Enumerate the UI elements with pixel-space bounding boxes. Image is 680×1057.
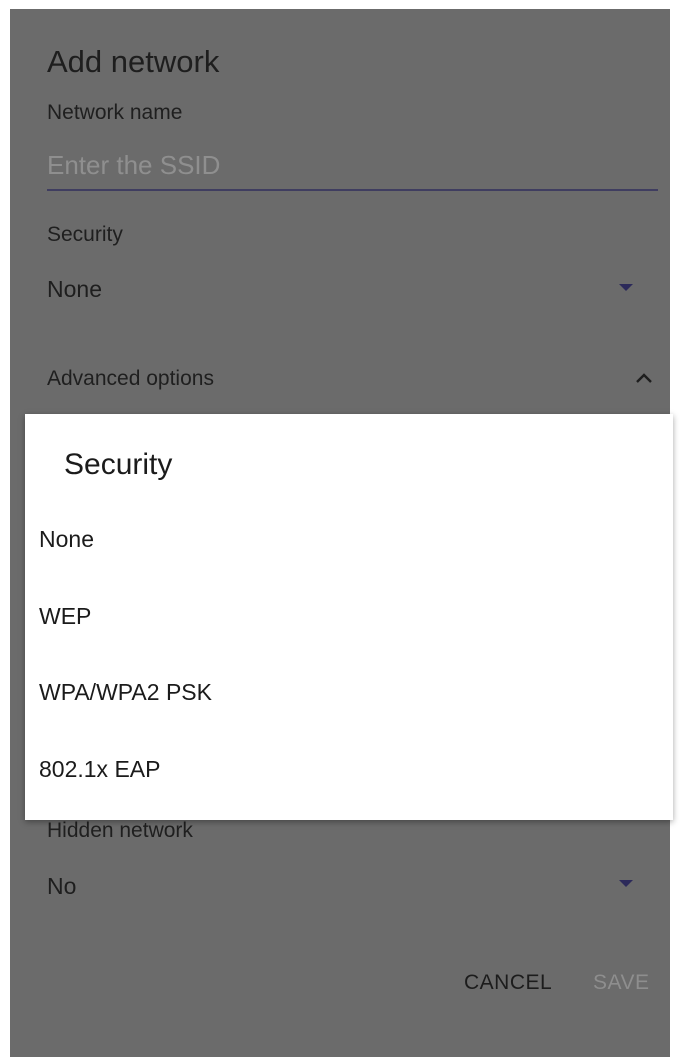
cancel-button[interactable]: CANCEL <box>464 971 552 995</box>
caret-down-icon[interactable] <box>619 284 633 291</box>
security-select-value[interactable]: None <box>47 276 102 303</box>
chevron-up-icon[interactable] <box>636 373 652 383</box>
hidden-network-select-value[interactable]: No <box>47 873 76 900</box>
security-option-none[interactable]: None <box>25 510 673 570</box>
security-option-wpa-psk[interactable]: WPA/WPA2 PSK <box>25 663 673 723</box>
picker-title: Security <box>64 448 173 481</box>
option-label: WPA/WPA2 PSK <box>39 679 212 705</box>
option-label: WEP <box>39 603 92 629</box>
option-label: 802.1x EAP <box>39 756 161 782</box>
dialog-title: Add network <box>47 44 220 79</box>
screen: Add network Network name Security None A… <box>0 0 680 1057</box>
save-button[interactable]: SAVE <box>593 971 649 995</box>
hidden-network-label: Hidden network <box>47 819 193 842</box>
security-option-wep[interactable]: WEP <box>25 587 673 647</box>
network-name-label: Network name <box>47 101 183 124</box>
security-label: Security <box>47 223 123 246</box>
advanced-options-toggle[interactable]: Advanced options <box>47 367 214 391</box>
caret-down-icon[interactable] <box>619 880 633 887</box>
security-option-eap[interactable]: 802.1x EAP <box>25 740 673 800</box>
security-picker-dialog: Security None WEP WPA/WPA2 PSK 802.1x EA… <box>25 414 673 820</box>
option-label: None <box>39 526 94 552</box>
ssid-input[interactable] <box>47 141 658 191</box>
